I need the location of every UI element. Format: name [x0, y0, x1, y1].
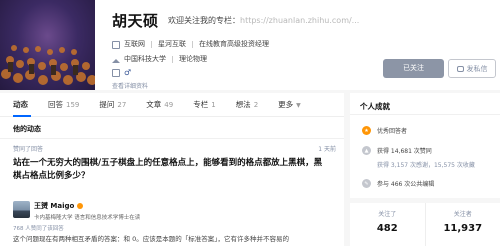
- headline-prefix: 欢迎关注我的专栏：: [168, 16, 240, 25]
- achievement-item: 获得 3,157 次感谢，15,575 次收藏: [350, 160, 475, 169]
- graduation-cap-icon: [112, 55, 120, 63]
- tab-count: 27: [117, 101, 127, 109]
- achievement-label: 参与 466 次公共编辑: [377, 181, 435, 188]
- following-count: 482: [376, 223, 398, 234]
- chat-bubble-icon: [456, 65, 464, 72]
- followers-label: 关注者: [453, 211, 472, 218]
- author-name-row: 王赟 Maigo: [34, 201, 140, 211]
- chevron-down-icon: ▼: [296, 102, 301, 109]
- tab-count: 159: [66, 101, 80, 109]
- active-tab-indicator: [13, 115, 31, 117]
- profile-header: 胡天硕 欢迎关注我的专栏：https://zhuanlan.zhihu.com/…: [0, 0, 500, 90]
- message-button[interactable]: 发私信: [448, 59, 496, 78]
- school: 中国科技大学: [124, 55, 166, 63]
- gender-icon: [112, 68, 120, 77]
- edit-icon: ✎: [362, 179, 371, 188]
- profile-tabs: 动态 回答 159 提问 27 文章 49 专栏 1 想法 2 更多 ▼: [0, 93, 344, 117]
- divider: [151, 40, 152, 48]
- tab-label: 文章: [146, 100, 162, 109]
- following-stat[interactable]: 关注了 482: [350, 203, 425, 246]
- achievement-label: 优秀回答者: [377, 128, 408, 135]
- section-title: 他的动态: [0, 117, 344, 139]
- tab-label: 动态: [13, 100, 28, 109]
- profile-employment: 互联网 星河互联 在线教育高级投资经理: [112, 39, 269, 49]
- badge-icon: [77, 203, 84, 209]
- follow-stats-card: 关注了 482 关注者 11,937: [350, 203, 500, 246]
- agree-count: 768 人赞同了该回答: [13, 226, 64, 232]
- achievements-title: 个人成就: [350, 93, 500, 115]
- tab-count: 1: [211, 101, 216, 109]
- gender-symbol: ♂: [124, 68, 132, 77]
- tab-count: 2: [253, 101, 259, 109]
- profile-name: 胡天硕: [112, 12, 159, 30]
- tab-answers[interactable]: 回答 159: [48, 99, 79, 110]
- message-label: 发私信: [466, 64, 488, 73]
- company: 星河互联: [158, 40, 186, 48]
- heart-icon: [362, 160, 371, 169]
- author-name[interactable]: 王赟 Maigo: [34, 201, 74, 211]
- profile-headline: 欢迎关注我的专栏：https://zhuanlan.zhihu.com/...: [168, 15, 359, 26]
- briefcase-icon: [112, 40, 120, 49]
- tab-label: 回答: [48, 100, 63, 109]
- tab-more[interactable]: 更多 ▼: [278, 99, 301, 110]
- tab-columns[interactable]: 专栏 1: [193, 99, 215, 110]
- avatar[interactable]: [13, 201, 30, 218]
- medal-icon: ★: [362, 126, 371, 135]
- answer-excerpt[interactable]: 这个问题现在有两种相互矛盾的答案：和 0。应该是本题的「标准答案」，它有许多种并…: [13, 233, 343, 243]
- achievement-item: ✎ 参与 466 次公共编辑: [350, 179, 434, 188]
- main-content: 动态 回答 159 提问 27 文章 49 专栏 1 想法 2 更多 ▼ 他的动…: [0, 93, 344, 246]
- profile-gender-row: ♂: [112, 68, 131, 77]
- headline-link[interactable]: https://zhuanlan.zhihu.com/...: [240, 16, 359, 25]
- answer-author: 王赟 Maigo 卡内基梅隆大学 语言和信息技术学博士在读: [13, 201, 140, 221]
- achievements-card: 个人成就 ★ 优秀回答者 ▲ 获得 14,681 次赞同 获得 3,157 次感…: [350, 93, 500, 198]
- tab-articles[interactable]: 文章 49: [146, 99, 173, 110]
- major: 理论物理: [179, 55, 207, 63]
- following-label: 关注了: [378, 211, 397, 218]
- question-title-link[interactable]: 站在一个无穷大的围棋/五子棋盘上的任意格点上，能够看到的格点都放上黑棋，黑棋占格…: [13, 157, 328, 182]
- view-details-link[interactable]: 查看详细资料: [112, 81, 148, 90]
- follow-button[interactable]: 已关注: [383, 59, 444, 78]
- tab-label: 提问: [99, 100, 115, 109]
- activity-type: 赞同了回答: [13, 146, 44, 153]
- tab-label: 专栏: [193, 100, 209, 109]
- profile-cover-photo: [0, 0, 95, 90]
- divider: [192, 40, 193, 48]
- divider: [172, 55, 173, 63]
- tab-label: 想法: [235, 100, 251, 109]
- tab-count: 49: [164, 101, 174, 109]
- tab-activity[interactable]: 动态: [13, 99, 28, 110]
- profile-education: 中国科技大学 理论物理: [112, 54, 207, 64]
- followers-count: 11,937: [443, 223, 483, 234]
- achievement-label: 获得 14,681 次赞同: [377, 148, 432, 155]
- position: 在线教育高级投资经理: [199, 40, 269, 48]
- activity-time: 1 天前: [318, 146, 336, 153]
- tab-label: 更多: [278, 100, 294, 109]
- author-bio: 卡内基梅隆大学 语言和信息技术学博士在读: [34, 215, 141, 221]
- followers-stat[interactable]: 关注者 11,937: [424, 203, 500, 246]
- achievement-item: ★ 优秀回答者: [350, 126, 407, 135]
- achievement-label: 获得 3,157 次感谢，15,575 次收藏: [377, 162, 475, 169]
- thumb-icon: ▲: [362, 146, 371, 155]
- achievement-item: ▲ 获得 14,681 次赞同: [350, 146, 432, 155]
- tab-thoughts[interactable]: 想法 2: [236, 99, 258, 110]
- tab-questions[interactable]: 提问 27: [99, 99, 126, 110]
- industry: 互联网: [124, 40, 145, 48]
